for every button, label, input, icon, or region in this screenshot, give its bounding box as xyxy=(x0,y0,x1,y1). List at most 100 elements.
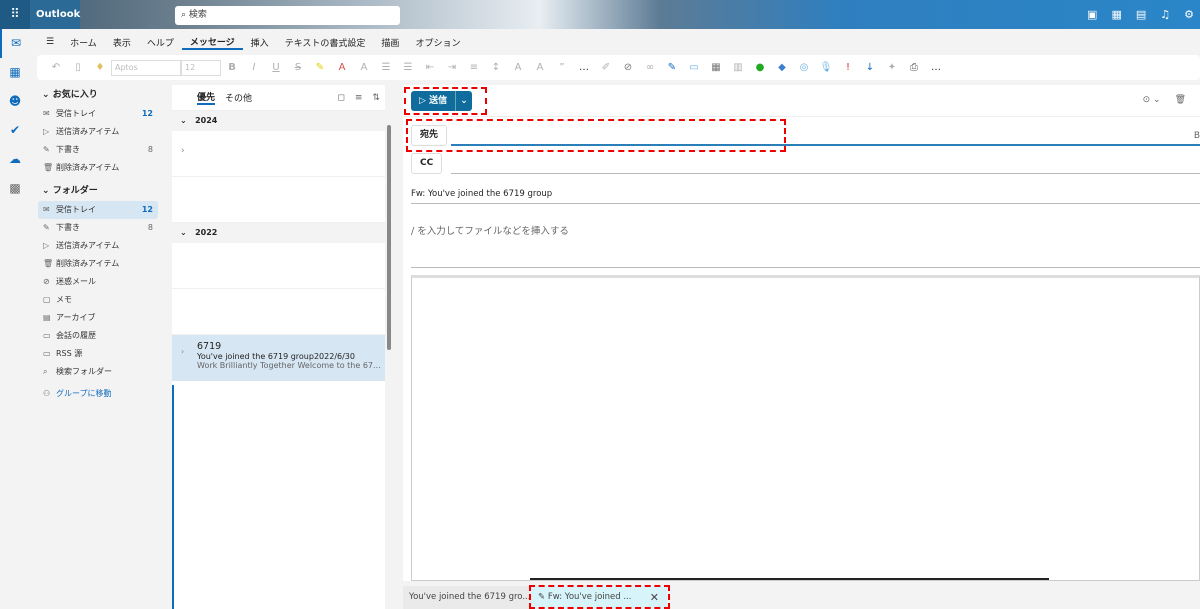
folder-item[interactable]: ▤ アーカイブ xyxy=(30,309,165,327)
folder-item[interactable]: 🗑 削除済みアイテム xyxy=(30,255,165,273)
meeting-icon[interactable]: ▭ xyxy=(683,62,705,73)
onedrive-icon[interactable]: ☁ xyxy=(0,145,30,174)
underline-icon[interactable]: U xyxy=(265,62,287,73)
attach-icon[interactable]: ⊘ xyxy=(617,62,639,73)
indent-icon[interactable]: ⇥ xyxy=(441,62,463,73)
folder-item[interactable]: ▷ 送信済みアイテム xyxy=(30,123,165,141)
group-header-2024[interactable]: ⌄ 2024 xyxy=(172,111,385,131)
format-painter-icon[interactable]: ♦ xyxy=(89,62,111,73)
font-size-select[interactable]: 12 xyxy=(181,59,221,76)
italic-icon[interactable]: I xyxy=(243,62,265,73)
more-icon[interactable]: … xyxy=(925,62,947,73)
more-icon[interactable]: … xyxy=(573,62,595,73)
apps-icon[interactable]: ▩ xyxy=(0,174,30,203)
calendar-icon[interactable]: ▦ xyxy=(0,58,30,87)
tab-message[interactable]: メッセージ xyxy=(181,35,243,50)
list-item[interactable]: › xyxy=(172,131,385,177)
spacing-icon[interactable]: ↕ xyxy=(485,62,507,73)
loop-icon[interactable]: ◆ xyxy=(771,62,793,73)
copilot-icon[interactable]: ◎ xyxy=(793,62,815,73)
go-to-groups-link[interactable]: ⚇ グループに移動 xyxy=(30,385,165,403)
tab-focused[interactable]: 優先 xyxy=(197,90,216,105)
sort-icon[interactable]: ⇅ xyxy=(372,93,380,103)
folder-item[interactable]: ✉ 受信トレイ 12 xyxy=(30,105,165,123)
ltr-icon[interactable]: A xyxy=(507,62,529,73)
bullets-icon[interactable]: ☰ xyxy=(375,62,397,73)
tab-view[interactable]: 表示 xyxy=(105,36,139,49)
select-icon[interactable]: ◻ xyxy=(337,93,344,103)
app-launcher-icon[interactable]: ⠿ xyxy=(0,0,30,29)
hamburger-icon[interactable]: ☰ xyxy=(38,37,62,47)
styles-icon[interactable]: A xyxy=(353,62,375,73)
dictate-icon[interactable]: 🎙 xyxy=(815,62,837,73)
people-icon[interactable]: ☻ xyxy=(0,87,30,116)
tab-help[interactable]: ヘルプ xyxy=(139,36,182,49)
cc-button[interactable]: CC xyxy=(411,153,443,174)
list-item-selected[interactable]: › 6719 You've joined the 6719 group 2022/… xyxy=(172,335,385,381)
tab-draw[interactable]: 描画 xyxy=(373,36,407,49)
editor-icon[interactable]: ✐ xyxy=(595,62,617,73)
app-name[interactable]: Outlook xyxy=(30,0,80,29)
importance-high-icon[interactable]: ! xyxy=(837,62,859,73)
tab-format-text[interactable]: テキストの書式設定 xyxy=(277,36,374,49)
bcc-link[interactable]: B xyxy=(1194,131,1200,141)
undo-icon[interactable]: ↶ xyxy=(45,62,67,73)
gear-icon[interactable]: ⚙ xyxy=(1184,8,1194,21)
tab-options[interactable]: オプション xyxy=(407,36,468,49)
folders-header[interactable]: ⌄ フォルダー xyxy=(30,181,165,201)
font-color-icon[interactable]: A xyxy=(331,62,353,73)
tab-home[interactable]: ホーム xyxy=(62,36,105,49)
scrollbar-thumb[interactable] xyxy=(387,125,391,350)
bell-icon[interactable]: ♫ xyxy=(1160,8,1170,21)
list-item[interactable] xyxy=(172,177,385,223)
folder-item[interactable]: ▭ RSS 源 xyxy=(30,345,165,363)
word-icon[interactable]: ▦ xyxy=(1111,8,1121,21)
bold-icon[interactable]: B xyxy=(221,62,243,73)
rtl-icon[interactable]: A xyxy=(529,62,551,73)
group-header-2022[interactable]: ⌄ 2022 xyxy=(172,223,385,243)
sensitivity-icon[interactable]: ⊙ ⌄ xyxy=(1143,95,1161,105)
subject-field[interactable]: Fw: You've joined the 6719 group xyxy=(411,189,552,199)
todo-icon[interactable]: ✔ xyxy=(0,116,30,145)
cc-field[interactable] xyxy=(451,173,1200,174)
list-item[interactable] xyxy=(172,289,385,335)
chat-icon[interactable]: ▣ xyxy=(1087,8,1097,21)
importance-low-icon[interactable]: ↓ xyxy=(859,62,881,73)
link-icon[interactable]: ∞ xyxy=(639,62,661,73)
tab-other[interactable]: その他 xyxy=(225,91,252,104)
folder-item[interactable]: ⌕ 検索フォルダー xyxy=(30,363,165,381)
folder-item[interactable]: 🗑 削除済みアイテム xyxy=(30,159,165,177)
sensitivity-icon[interactable]: ✦ xyxy=(881,62,903,73)
font-select[interactable]: Aptos xyxy=(111,59,181,76)
draft-tab-original[interactable]: You've joined the 6719 gro... xyxy=(403,586,537,609)
body-placeholder[interactable]: / を入力してファイルなどを挿入する xyxy=(411,223,569,237)
evernote-icon[interactable]: ● xyxy=(749,62,771,73)
delete-icon[interactable]: 🗑 xyxy=(1175,95,1186,105)
message-list-scrollbar[interactable] xyxy=(385,85,393,609)
folder-item[interactable]: ✎ 下書き 8 xyxy=(30,219,165,237)
strikethrough-icon[interactable]: S xyxy=(287,62,309,73)
folder-item[interactable]: ▷ 送信済みアイテム xyxy=(30,237,165,255)
align-icon[interactable]: ≡ xyxy=(463,62,485,73)
folder-item[interactable]: ✎ 下書き 8 xyxy=(30,141,165,159)
notes-icon[interactable]: ▤ xyxy=(1136,8,1146,21)
apps-icon[interactable]: ▦ xyxy=(705,62,727,73)
mail-icon[interactable]: ✉ xyxy=(0,29,30,58)
highlight-icon[interactable]: ✎ xyxy=(309,62,331,73)
search-input[interactable]: ⌕ 検索 xyxy=(175,6,400,25)
quoted-message-area[interactable] xyxy=(411,275,1200,581)
list-item[interactable] xyxy=(172,243,385,289)
favorites-header[interactable]: ⌄ お気に入り xyxy=(30,85,165,105)
quote-icon[interactable]: ” xyxy=(551,62,573,73)
folder-item[interactable]: ⊘ 迷惑メール xyxy=(30,273,165,291)
print-icon[interactable]: ⎙ xyxy=(903,62,925,73)
numbering-icon[interactable]: ☰ xyxy=(397,62,419,73)
folder-item[interactable]: ✉ 受信トレイ 12 xyxy=(38,201,158,219)
folder-item[interactable]: ▭ 会話の履歴 xyxy=(30,327,165,345)
folder-item[interactable]: ▢ メモ xyxy=(30,291,165,309)
signature-icon[interactable]: ✎ xyxy=(661,62,683,73)
outdent-icon[interactable]: ⇤ xyxy=(419,62,441,73)
paste-icon[interactable]: ▯ xyxy=(67,62,89,73)
filter-icon[interactable]: ≡ xyxy=(355,93,363,103)
tab-insert[interactable]: 挿入 xyxy=(243,36,277,49)
